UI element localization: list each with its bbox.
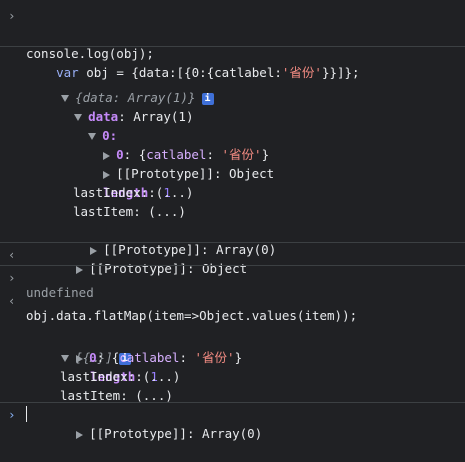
separator <box>0 46 465 47</box>
object-summary-row[interactable]: {data: Array(1)} i <box>0 50 465 105</box>
length-row: length: 1 <box>103 185 171 200</box>
undefined-row: ‹ undefined <box>0 245 465 300</box>
prototype-value: Array(0) <box>202 426 263 441</box>
prompt-icon: › <box>8 8 16 23</box>
collapse-triangle-icon[interactable] <box>76 430 84 439</box>
prototype-object-row[interactable]: [[Prototype]]: Object <box>0 126 465 181</box>
prototype-label: [[Prototype]] <box>89 426 187 441</box>
prompt-icon: › <box>8 270 16 285</box>
result-length-row: length: 1 <box>90 369 158 384</box>
lastitem-row[interactable]: lastItem: (...) <box>0 183 465 219</box>
prototype-object-row-outer[interactable]: [[Prototype]]: Object <box>0 221 465 276</box>
result-lastindex-row[interactable]: lastIndex: (...) <box>0 348 465 384</box>
text-cursor <box>26 406 27 422</box>
catlabel-row[interactable]: 0: {catlabel: '省份'} <box>0 107 465 162</box>
lastindex-row[interactable]: lastIndex: (...) <box>0 164 465 200</box>
result-summary-row[interactable]: ‹ [{…}] i <box>0 291 465 365</box>
return-arrow-icon: ‹ <box>8 247 16 262</box>
index-0-row[interactable]: 0: <box>0 88 465 143</box>
prototype-array-row[interactable]: [[Prototype]]: Array(0) <box>0 202 465 257</box>
prompt-icon: › <box>8 407 16 422</box>
return-arrow-icon: ‹ <box>8 293 16 308</box>
result-item-0-row[interactable]: 0: {catlabel: '省份'} <box>0 310 465 365</box>
data-key-row[interactable]: data: Array(1) <box>0 69 465 124</box>
console-input-line-2: console.log(obj); <box>0 25 465 61</box>
console-input-line-1: › var obj = {data:[{0:{catlabel:'省份'}}]}… <box>0 6 465 80</box>
result-lastitem-row[interactable]: lastItem: (...) <box>0 367 465 403</box>
separator <box>0 242 465 243</box>
console-prompt-row[interactable]: › <box>0 405 465 424</box>
console-input-line-3: › obj.data.flatMap(item=>Object.values(i… <box>0 268 465 323</box>
separator <box>0 265 465 266</box>
separator <box>0 402 465 403</box>
